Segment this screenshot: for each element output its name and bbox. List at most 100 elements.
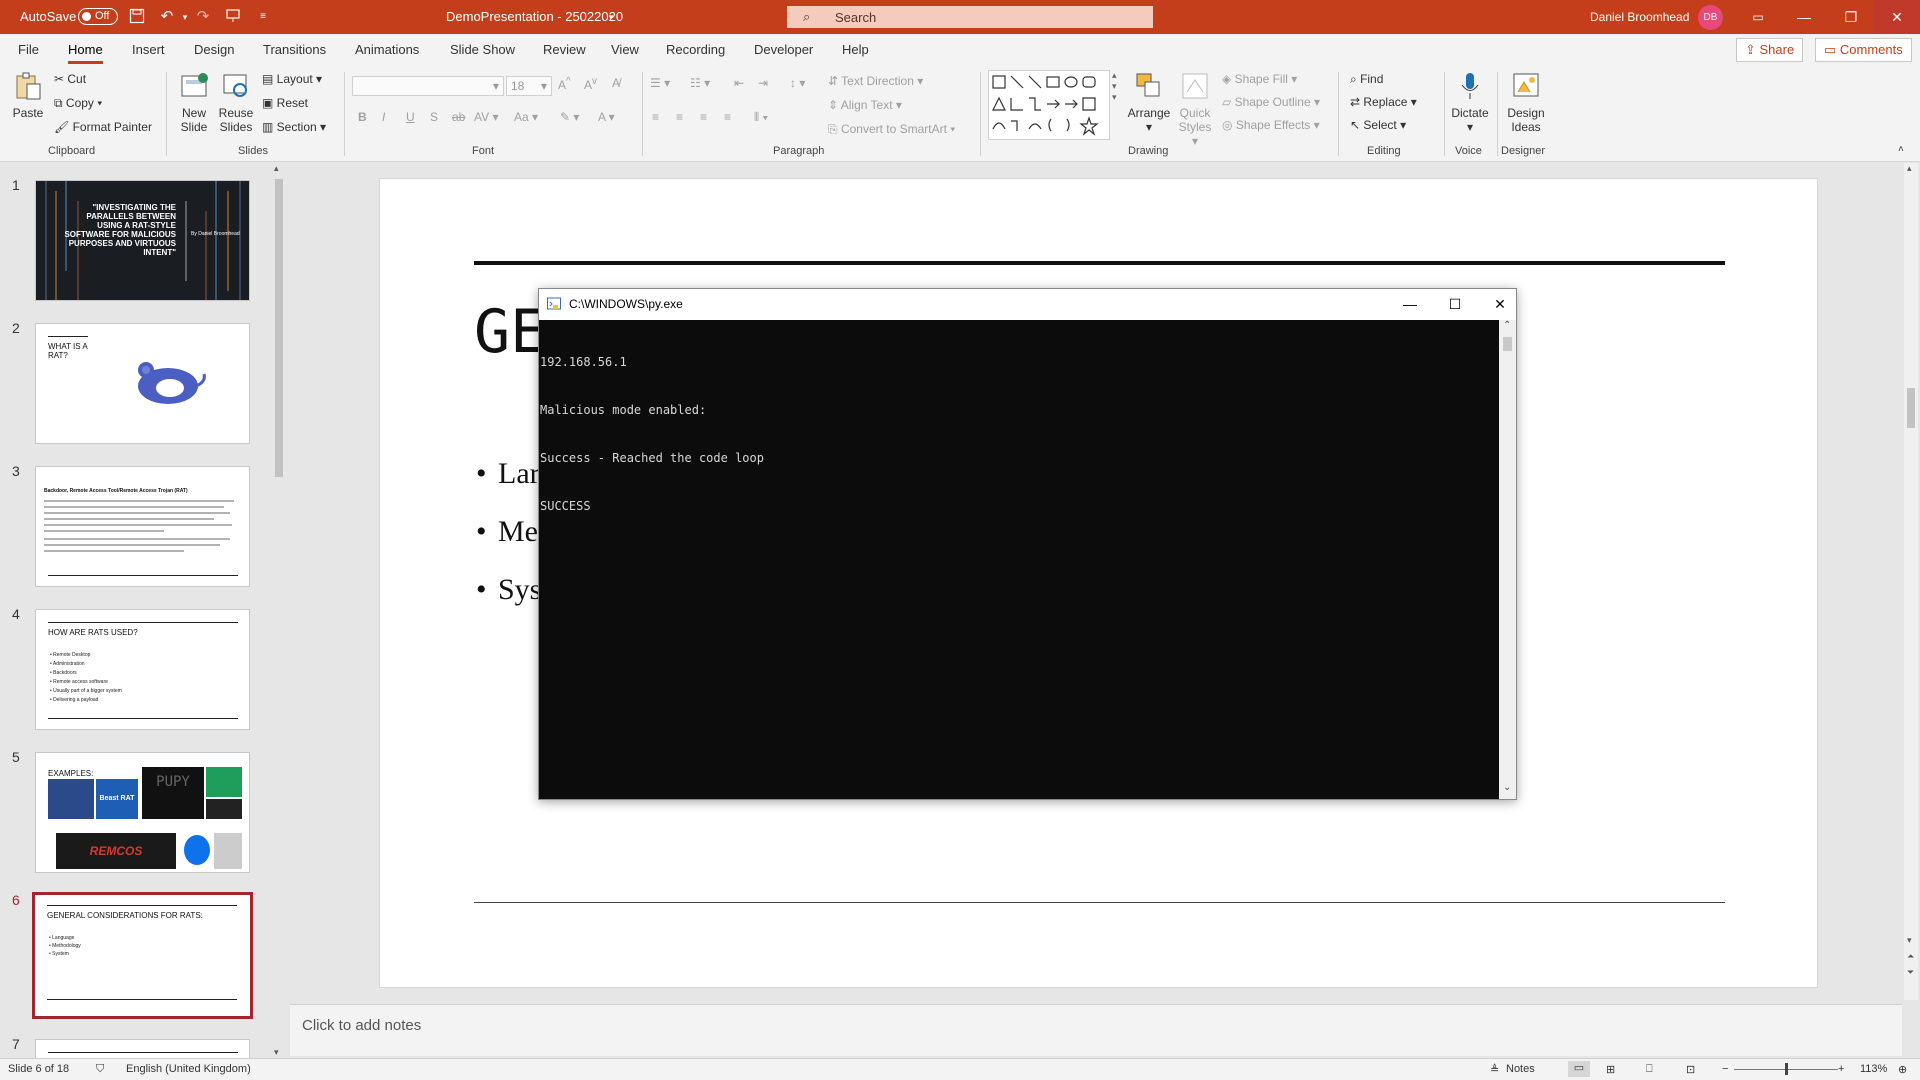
format-painter-button[interactable]: 🖌 Format Painter <box>54 120 152 134</box>
change-case-icon[interactable]: Aa ▾ <box>514 110 538 124</box>
save-icon[interactable] <box>128 8 146 26</box>
fit-to-window-icon[interactable]: ⊕ <box>1898 1063 1907 1076</box>
tab-slide-show[interactable]: Slide Show <box>450 42 515 57</box>
layout-button[interactable]: ▤ Layout ▾ <box>262 72 322 86</box>
scrollbar-thumb[interactable] <box>1907 388 1915 428</box>
clear-formatting-icon[interactable]: A̸ <box>612 76 620 90</box>
shape-fill-button[interactable]: ◈ Shape Fill ▾ <box>1222 72 1297 86</box>
shape-effects-button[interactable]: ◎ Shape Effects ▾ <box>1222 118 1320 132</box>
find-button[interactable]: ⌕ Find <box>1350 72 1383 87</box>
slide-thumbnail-3[interactable]: Backdoor, Remote Access Tool/Remote Acce… <box>35 466 250 587</box>
align-text-button[interactable]: ⇕ Align Text ▾ <box>828 98 902 112</box>
minimize-icon[interactable]: — <box>1781 0 1827 34</box>
console-minimize-icon[interactable]: — <box>1400 294 1420 314</box>
scroll-down-icon[interactable]: ▾ <box>1907 935 1912 946</box>
scroll-up-icon[interactable]: ▴ <box>1907 163 1912 174</box>
slide-bullet[interactable]: Me <box>476 515 538 549</box>
console-title-bar[interactable]: C:\WINDOWS\py.exe — ☐ ✕ <box>539 289 1516 320</box>
notes-toggle[interactable]: Notes <box>1506 1063 1535 1075</box>
undo-dropdown-icon[interactable]: ▾ <box>176 8 194 26</box>
slide-bullet[interactable]: Sys <box>476 573 542 607</box>
decrease-indent-icon[interactable]: ⇤ <box>734 76 744 90</box>
text-direction-button[interactable]: ⇵ Text Direction ▾ <box>828 74 923 88</box>
share-button[interactable]: ⇪ Share <box>1736 38 1804 62</box>
tab-home[interactable]: Home <box>68 42 103 64</box>
grow-font-icon[interactable]: A^ <box>558 76 571 92</box>
console-output[interactable]: 192.168.56.1 Malicious mode enabled: Suc… <box>540 322 764 546</box>
tab-transitions[interactable]: Transitions <box>263 42 326 57</box>
redo-icon[interactable]: ↷ <box>194 8 212 26</box>
tab-animations[interactable]: Animations <box>355 42 419 57</box>
justify-icon[interactable]: ≡ <box>724 110 731 124</box>
slide-thumbnail-7[interactable] <box>35 1039 250 1058</box>
paste-button[interactable]: Paste <box>12 70 44 120</box>
tab-help[interactable]: Help <box>842 42 869 57</box>
reading-view-icon[interactable]: ⎕ <box>1646 1063 1653 1076</box>
slide-thumbnail-5[interactable]: EXAMPLES: Beast RAT PUPY REMCOS <box>35 752 250 873</box>
convert-smartart-button[interactable]: ⎘ Convert to SmartArt ▾ <box>828 122 955 137</box>
align-center-icon[interactable]: ≡ <box>676 110 683 124</box>
font-color-icon[interactable]: A ▾ <box>598 110 615 124</box>
reuse-slides-button[interactable]: Reuse Slides <box>218 70 254 134</box>
user-name[interactable]: Daniel Broomhead <box>1590 10 1689 24</box>
language-indicator[interactable]: English (United Kingdom) <box>126 1063 251 1075</box>
scrollbar-thumb[interactable] <box>1503 337 1512 351</box>
comments-button[interactable]: ▭ Comments <box>1815 38 1912 62</box>
present-icon[interactable] <box>224 8 242 26</box>
scroll-down-icon[interactable]: ▾ <box>274 1047 279 1058</box>
design-ideas-button[interactable]: Design Ideas <box>1502 70 1550 134</box>
customize-qat-icon[interactable]: ≡ <box>254 8 272 26</box>
document-title[interactable]: DemoPresentation - 25022020 <box>446 9 623 24</box>
align-left-icon[interactable]: ≡ <box>652 110 659 124</box>
character-spacing-icon[interactable]: AV ▾ <box>474 110 498 124</box>
autosave-toggle[interactable]: Off <box>78 8 118 25</box>
zoom-in-icon[interactable]: + <box>1838 1063 1844 1075</box>
align-right-icon[interactable]: ≡ <box>700 110 707 124</box>
section-button[interactable]: ▥ Section ▾ <box>262 120 326 134</box>
columns-icon[interactable]: ⫴ ▾ <box>754 110 768 125</box>
italic-icon[interactable]: I <box>382 110 385 124</box>
console-scrollbar[interactable]: ⌃ ⌄ <box>1499 320 1516 799</box>
slide-thumbnail-2[interactable]: WHAT IS A RAT? <box>35 323 250 444</box>
scroll-down-icon[interactable]: ⌄ <box>1503 782 1511 793</box>
gallery-scroll-icon[interactable]: ▴ ▾ ▾ <box>1112 70 1117 103</box>
select-button[interactable]: ↖ Select ▾ <box>1350 118 1406 132</box>
shadow-icon[interactable]: S <box>430 110 438 124</box>
title-dropdown-icon[interactable]: ▾ <box>602 8 620 26</box>
avatar[interactable]: DB <box>1698 5 1723 30</box>
font-size-dropdown[interactable]: 18 ▾ <box>506 76 552 96</box>
tab-view[interactable]: View <box>611 42 639 57</box>
search-box[interactable]: ⌕ Search <box>787 6 1153 28</box>
tab-design[interactable]: Design <box>194 42 234 57</box>
quick-styles-button[interactable]: Quick Styles ▾ <box>1174 70 1216 148</box>
console-window[interactable]: C:\WINDOWS\py.exe — ☐ ✕ 192.168.56.1 Mal… <box>538 288 1517 800</box>
zoom-slider-thumb[interactable] <box>1785 1063 1788 1075</box>
scroll-up-icon[interactable]: ▴ <box>274 163 279 174</box>
slide-thumbnail-4[interactable]: HOW ARE RATS USED? • Remote Desktop • Ad… <box>35 609 250 730</box>
highlight-icon[interactable]: ✎ ▾ <box>560 110 579 124</box>
restore-icon[interactable]: ❐ <box>1828 0 1874 34</box>
zoom-out-icon[interactable]: − <box>1722 1063 1728 1075</box>
arrange-button[interactable]: Arrange ▾ <box>1126 70 1172 134</box>
shapes-gallery[interactable] <box>988 70 1110 140</box>
bullets-icon[interactable]: ☰ ▾ <box>650 76 670 90</box>
copy-button[interactable]: ⧉ Copy ▾ <box>54 96 102 111</box>
bold-icon[interactable]: B <box>358 110 367 124</box>
zoom-level[interactable]: 113% <box>1860 1063 1887 1075</box>
slide-counter[interactable]: Slide 6 of 18 <box>8 1063 69 1075</box>
canvas-scrollbar[interactable]: ▴ ▾ ⏶ ⏷ <box>1904 163 1918 1000</box>
cut-button[interactable]: ✂ Cut <box>54 72 86 86</box>
slide-title[interactable]: GE <box>474 297 546 367</box>
slideshow-view-icon[interactable]: ⊡ <box>1686 1063 1695 1076</box>
tab-insert[interactable]: Insert <box>132 42 165 57</box>
slide-sorter-icon[interactable]: ⊞ <box>1606 1063 1615 1076</box>
normal-view-icon[interactable]: ▭ <box>1568 1061 1590 1077</box>
scrollbar-thumb[interactable] <box>275 179 283 477</box>
thumbnail-scrollbar[interactable]: ▴ ▾ <box>272 163 286 1058</box>
numbering-icon[interactable]: ☷ ▾ <box>690 76 710 90</box>
tab-recording[interactable]: Recording <box>666 42 725 57</box>
underline-icon[interactable]: U <box>406 110 415 124</box>
notes-toggle-icon[interactable]: ≜ <box>1490 1063 1499 1076</box>
slide-thumbnail-1[interactable]: "INVESTIGATING THE PARALLELS BETWEEN USI… <box>35 180 250 301</box>
increase-indent-icon[interactable]: ⇥ <box>758 76 768 90</box>
